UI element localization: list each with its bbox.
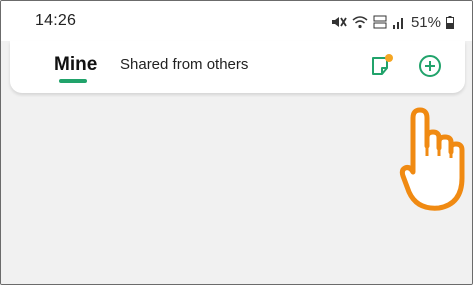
signal-icon (392, 16, 406, 29)
add-circle-icon (419, 55, 441, 77)
status-icons: 51% (331, 12, 454, 32)
add-button[interactable] (416, 52, 444, 80)
wifi-icon (352, 15, 368, 29)
note-button[interactable] (368, 52, 396, 80)
app-window: 14:26 51% Mine Shared from others (0, 0, 473, 285)
volte-icon (373, 15, 387, 29)
status-time: 14:26 (35, 12, 77, 29)
note-icon (372, 54, 393, 75)
active-tab-indicator (59, 79, 87, 83)
app-header: Mine Shared from others (10, 41, 465, 93)
pointer-hand-icon (399, 107, 465, 211)
tab-shared-from-others[interactable]: Shared from others (120, 56, 248, 73)
tab-mine[interactable]: Mine (54, 54, 97, 76)
battery-icon (446, 15, 454, 29)
mute-icon (331, 15, 347, 29)
battery-percent: 51% (410, 13, 441, 31)
status-bar: 14:26 51% (1, 1, 472, 41)
